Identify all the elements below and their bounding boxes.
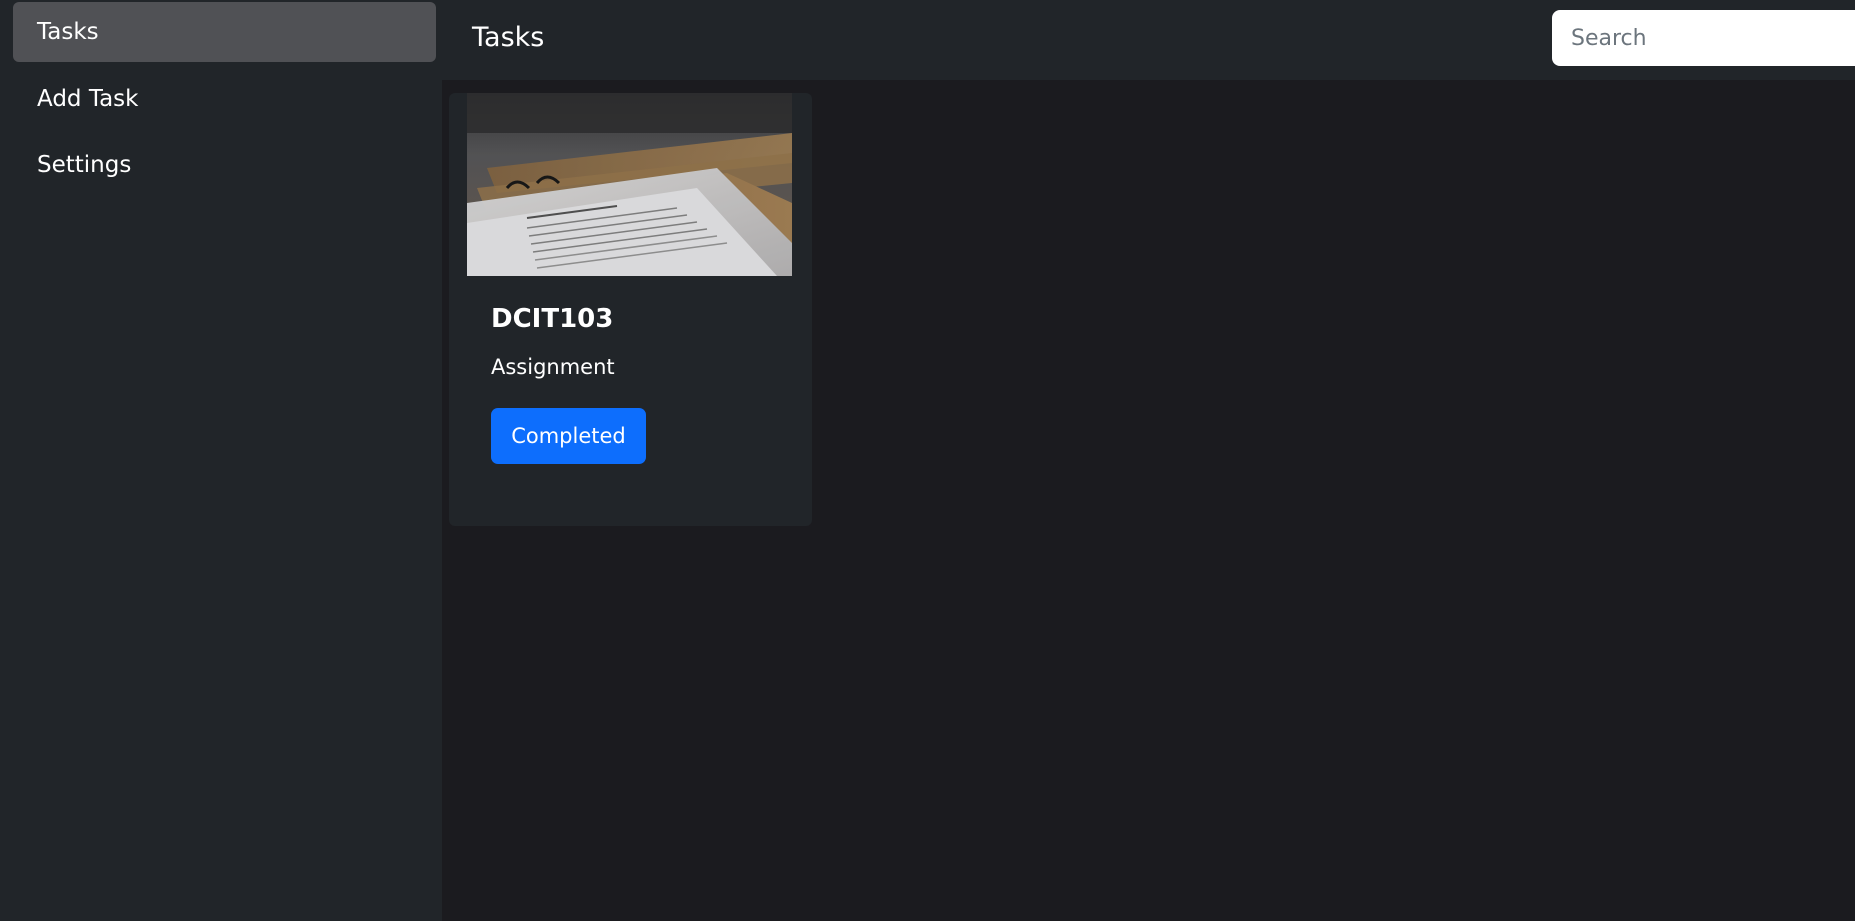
task-card: DCIT103 Assignment Completed <box>449 93 812 526</box>
sidebar-item-tasks[interactable]: Tasks <box>13 2 436 62</box>
page-title: Tasks <box>472 22 545 53</box>
status-completed-button[interactable]: Completed <box>491 408 646 464</box>
task-title: DCIT103 <box>491 304 614 334</box>
sidebar-item-label: Settings <box>37 152 132 178</box>
search-input[interactable] <box>1552 10 1855 66</box>
sidebar: Tasks Add Task Settings <box>0 0 442 921</box>
sidebar-item-add-task[interactable]: Add Task <box>13 69 436 129</box>
sidebar-item-settings[interactable]: Settings <box>13 135 436 195</box>
task-type: Assignment <box>491 355 615 379</box>
sidebar-item-label: Tasks <box>37 19 99 45</box>
task-card-image <box>467 93 792 276</box>
top-navbar: Tasks <box>442 0 1855 80</box>
main-content: DCIT103 Assignment Completed <box>442 80 1855 921</box>
sidebar-item-label: Add Task <box>37 86 139 112</box>
